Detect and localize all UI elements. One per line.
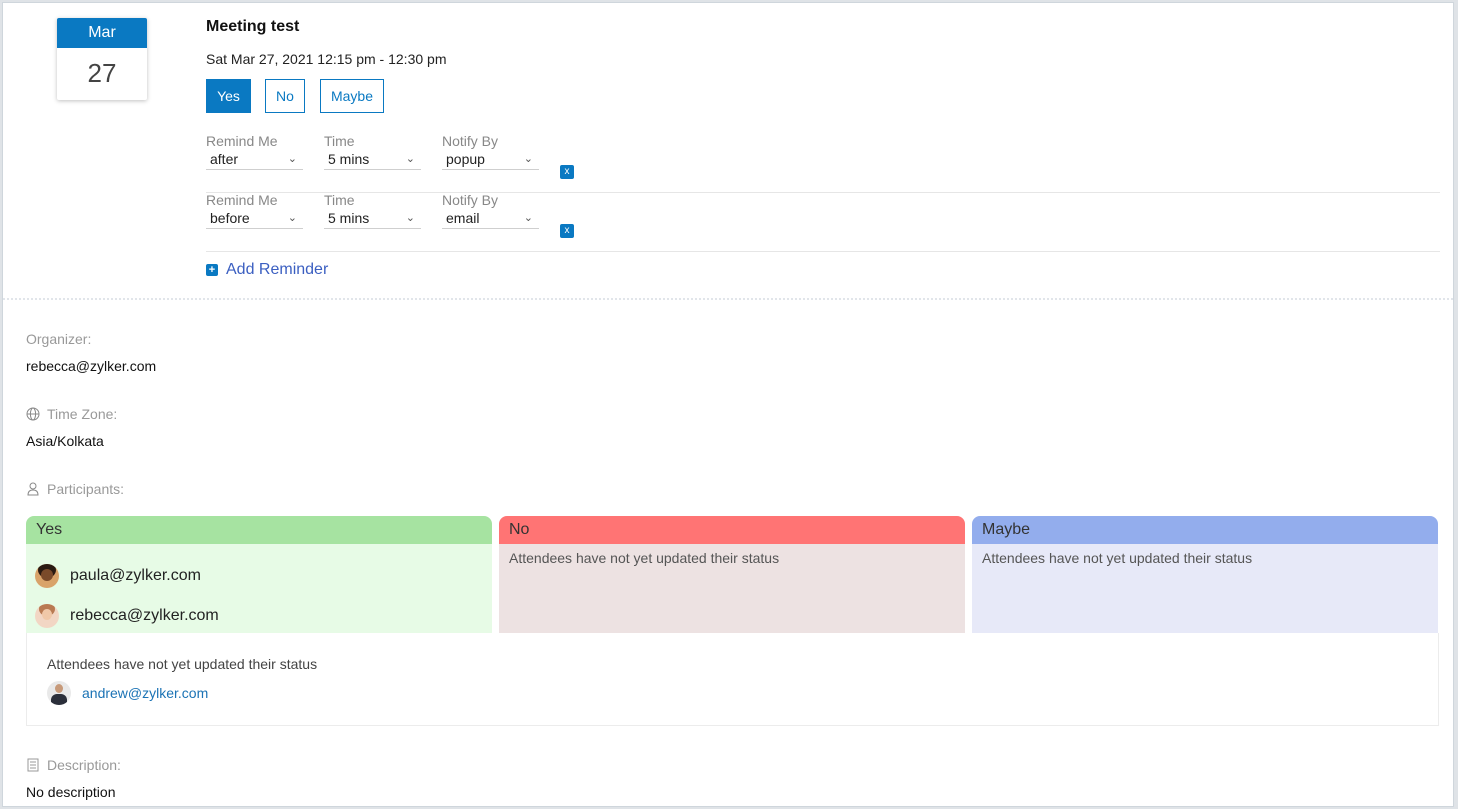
pending-note: Attendees have not yet updated their sta… [47, 656, 318, 672]
organizer-value: rebecca@zylker.com [26, 358, 157, 374]
description-label: Description: [47, 757, 121, 773]
globe-icon [26, 407, 40, 421]
timezone-value: Asia/Kolkata [26, 433, 104, 449]
description-value: No description [26, 784, 116, 800]
add-reminder-link[interactable]: + Add Reminder [206, 261, 328, 279]
chevron-down-icon: ⌄ [405, 153, 415, 165]
time-select[interactable]: 5 mins ⌄ [324, 151, 421, 170]
chevron-down-icon: ⌄ [287, 153, 297, 165]
organizer-label: Organizer: [26, 331, 92, 347]
document-icon [27, 758, 39, 772]
yes-column-header: Yes [26, 516, 492, 544]
add-reminder-label: Add Reminder [226, 261, 329, 278]
date-badge: Mar 27 [57, 18, 147, 100]
time-label: Time [324, 133, 355, 149]
chevron-down-icon: ⌄ [405, 212, 415, 224]
rsvp-no-button[interactable]: No [265, 79, 305, 113]
pending-attendees: Attendees have not yet updated their sta… [26, 633, 1439, 726]
notify-by-label: Notify By [442, 192, 499, 208]
section-divider [3, 298, 1453, 300]
chevron-down-icon: ⌄ [523, 153, 533, 165]
rsvp-yes-button[interactable]: Yes [206, 79, 251, 113]
remove-reminder-button[interactable]: x [560, 165, 574, 179]
remind-me-select[interactable]: before ⌄ [206, 210, 303, 229]
reminder-row: Remind Me after ⌄ Time 5 mins ⌄ Notify By … [206, 133, 1440, 193]
remind-me-label: Remind Me [206, 133, 278, 149]
event-details-panel: Mar 27 Meeting test Sat Mar 27, 2021 12:… [2, 2, 1454, 807]
time-select[interactable]: 5 mins ⌄ [324, 210, 421, 229]
participant-item[interactable]: paula@zylker.com [35, 564, 201, 588]
no-column-note: Attendees have not yet updated their sta… [509, 550, 780, 566]
date-badge-month: Mar [57, 18, 147, 48]
participants-maybe-column: Maybe Attendees have not yet updated the… [972, 516, 1438, 633]
reminder-row: Remind Me before ⌄ Time 5 mins ⌄ Notify By… [206, 192, 1440, 252]
remind-me-select[interactable]: after ⌄ [206, 151, 303, 170]
participants-no-column: No Attendees have not yet updated their … [499, 516, 965, 633]
maybe-column-note: Attendees have not yet updated their sta… [982, 550, 1253, 566]
event-datetime: Sat Mar 27, 2021 12:15 pm - 12:30 pm [206, 51, 447, 67]
participants-yes-column: Yes paula@zylker.com rebecca@zylker.com [26, 516, 492, 633]
participant-item[interactable]: rebecca@zylker.com [35, 604, 219, 628]
event-title: Meeting test [206, 18, 300, 35]
remind-me-label: Remind Me [206, 192, 278, 208]
maybe-column-header: Maybe [972, 516, 1438, 544]
notify-by-select[interactable]: popup ⌄ [442, 151, 539, 170]
participant-item[interactable]: andrew@zylker.com [47, 681, 208, 705]
person-icon [27, 482, 39, 496]
no-column-header: No [499, 516, 965, 544]
date-badge-day: 27 [87, 58, 117, 88]
notify-by-label: Notify By [442, 133, 499, 149]
avatar [35, 564, 59, 588]
chevron-down-icon: ⌄ [287, 212, 297, 224]
notify-by-select[interactable]: email ⌄ [442, 210, 539, 229]
time-label: Time [324, 192, 355, 208]
timezone-label: Time Zone: [47, 406, 118, 422]
participants-label: Participants: [47, 481, 125, 497]
plus-icon: + [206, 264, 218, 276]
remove-reminder-button[interactable]: x [560, 224, 574, 238]
avatar [35, 604, 59, 628]
avatar [47, 681, 71, 705]
chevron-down-icon: ⌄ [523, 212, 533, 224]
rsvp-maybe-button[interactable]: Maybe [320, 79, 384, 113]
